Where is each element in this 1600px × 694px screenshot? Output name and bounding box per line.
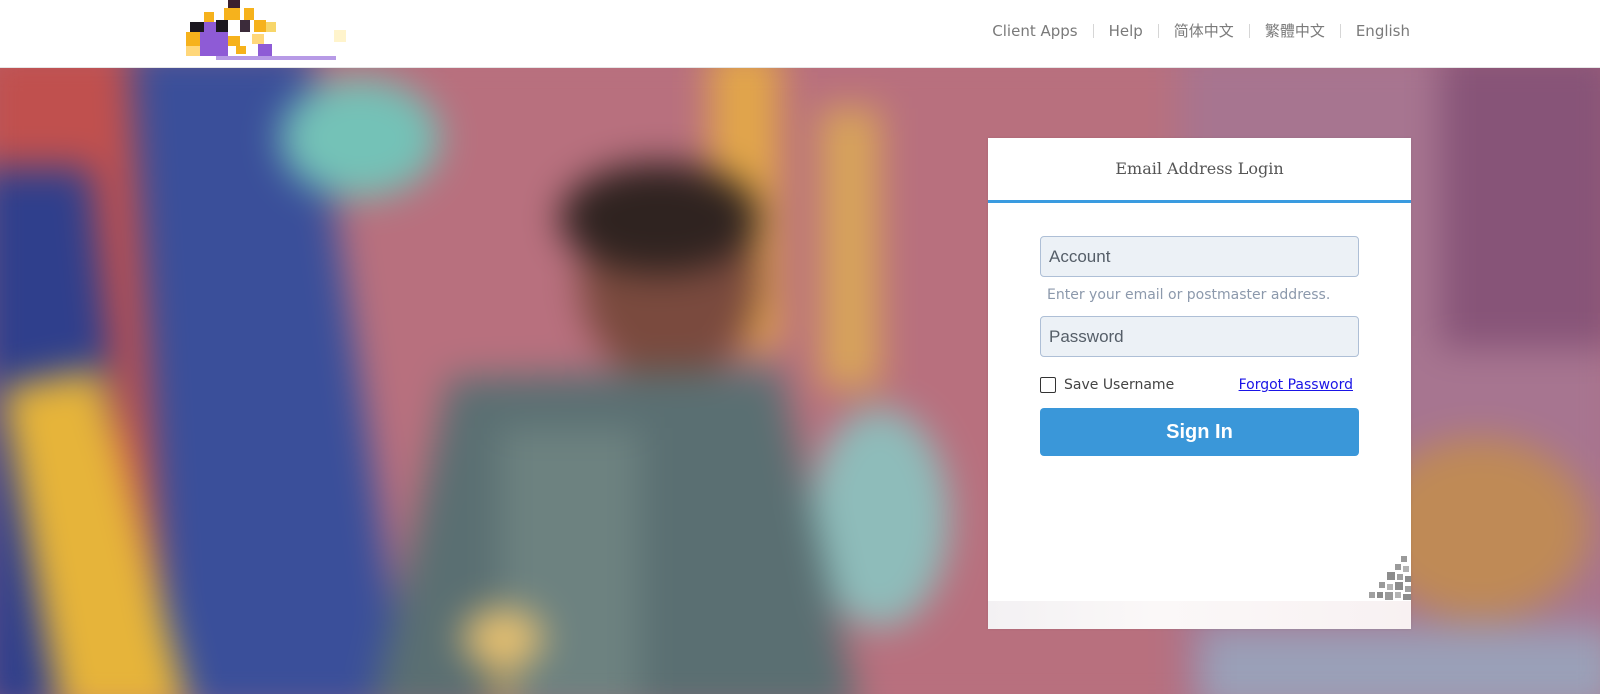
panel-footer	[988, 601, 1411, 629]
save-username-row: Save Username	[1040, 375, 1174, 395]
nav-divider	[1092, 24, 1094, 38]
login-title: Email Address Login	[1115, 159, 1284, 178]
nav-client-apps-link[interactable]: Client Apps	[992, 20, 1077, 42]
nav-divider	[1157, 24, 1159, 38]
nav-simplified-chinese-link[interactable]: 简体中文	[1174, 20, 1234, 42]
nav-traditional-chinese-link[interactable]: 繁體中文	[1265, 20, 1325, 42]
company-logo[interactable]	[176, 0, 352, 66]
save-username-label[interactable]: Save Username	[1064, 377, 1174, 393]
nav-divider	[1248, 24, 1250, 38]
top-header: Client Apps Help 简体中文 繁體中文 English	[0, 0, 1600, 68]
forgot-password-link[interactable]: Forgot Password	[1239, 375, 1353, 395]
title-underline	[988, 200, 1411, 203]
nav-divider	[1339, 24, 1341, 38]
account-input[interactable]	[1040, 236, 1359, 277]
qr-code-icon[interactable]	[1361, 550, 1411, 600]
account-hint: Enter your email or postmaster address.	[1047, 287, 1331, 303]
login-panel: Email Address Login Enter your email or …	[988, 138, 1411, 629]
nav-english-link[interactable]: English	[1356, 20, 1410, 42]
sign-in-button[interactable]: Sign In	[1040, 408, 1359, 456]
password-input[interactable]	[1040, 316, 1359, 357]
nav-help-link[interactable]: Help	[1109, 20, 1143, 42]
save-username-checkbox[interactable]	[1040, 377, 1056, 393]
top-navigation: Client Apps Help 简体中文 繁體中文 English	[992, 20, 1410, 42]
